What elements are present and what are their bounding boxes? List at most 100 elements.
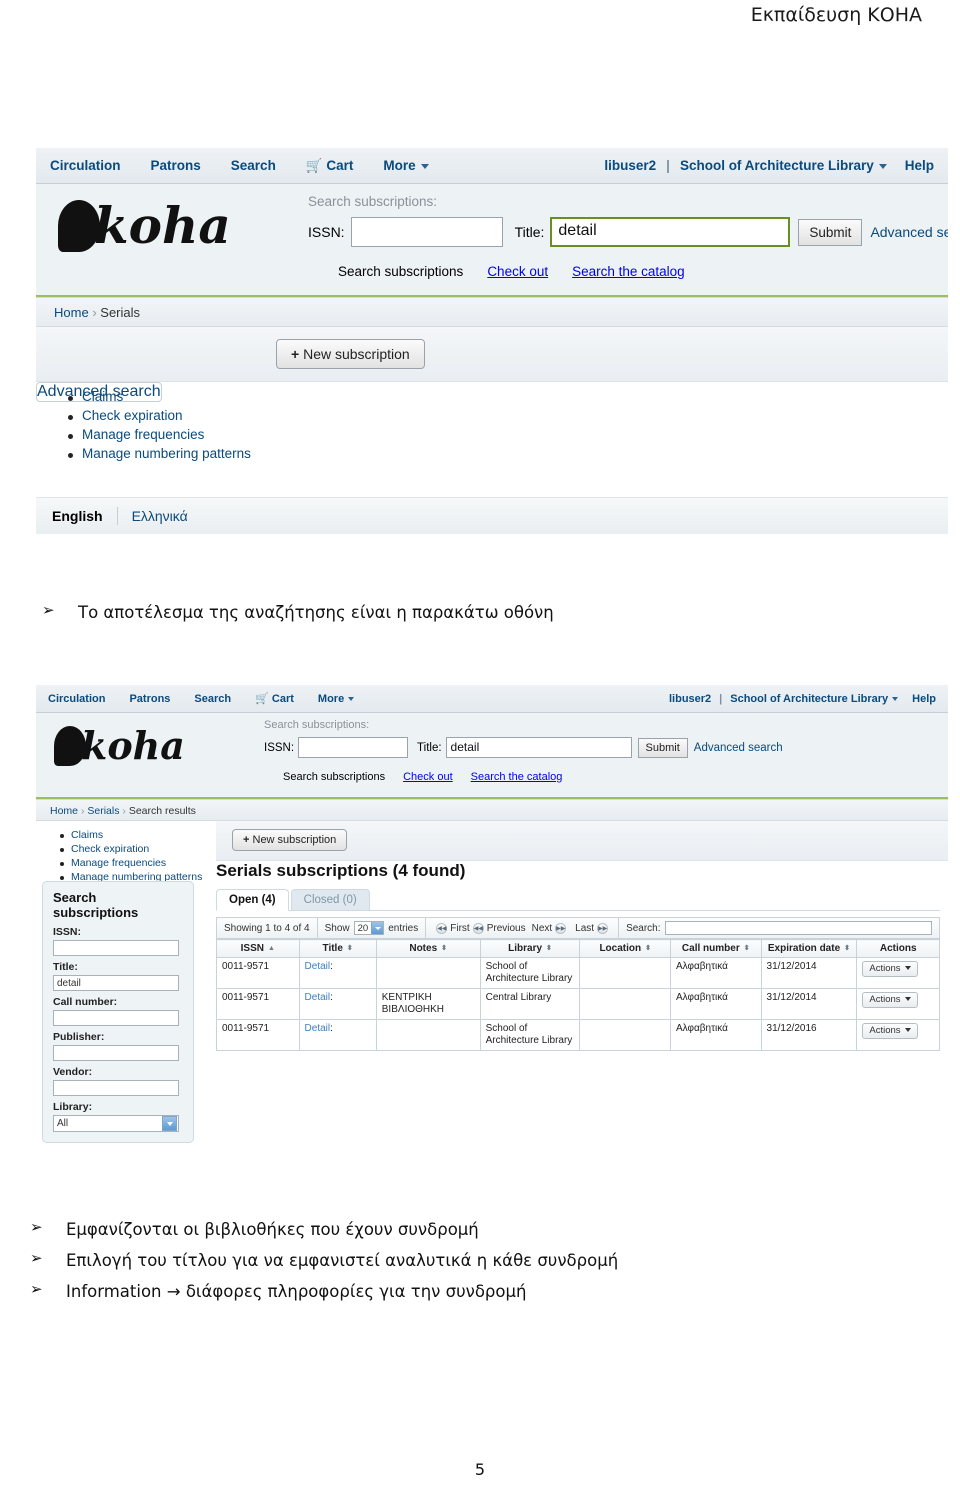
actions-button[interactable]: Actions xyxy=(862,992,918,1008)
nav-item-circulation[interactable]: Circulation xyxy=(50,158,121,173)
table-row: 0011-9571 Detail: ΚΕΝΤΡΙΚΗ ΒΙΒΛΙΟΘΗΚΗ Ce… xyxy=(216,988,940,1020)
col-notes[interactable]: Notes ⬍ xyxy=(375,939,481,958)
search-tab-check-out-1[interactable]: Check out xyxy=(475,258,560,285)
detail-link[interactable]: Detail xyxy=(305,961,331,972)
breadcrumb-current-1: Serials xyxy=(100,305,141,320)
pagination-next[interactable]: Next xyxy=(532,923,553,934)
datatable-search-input[interactable] xyxy=(664,921,932,935)
language-greek[interactable]: Ελληνικά xyxy=(132,508,188,524)
search-tab-check-out-2[interactable]: Check out xyxy=(394,767,462,787)
nav-item-cart-2[interactable]: 🛒 Cart xyxy=(255,692,294,705)
cell-expiration: 31/12/2014 xyxy=(760,957,858,989)
cell-expiration: 31/12/2016 xyxy=(760,1019,858,1051)
cell-location xyxy=(579,957,671,989)
col-location[interactable]: Location ⬍ xyxy=(579,939,671,958)
col-expiration-date[interactable]: Expiration date ⬍ xyxy=(760,939,858,958)
next-page-icon[interactable]: ▶▶ xyxy=(555,922,567,934)
cell-title[interactable]: Detail: xyxy=(298,957,377,989)
detail-link[interactable]: Detail xyxy=(305,992,331,1003)
nav-item-help-2[interactable]: Help xyxy=(912,693,936,705)
showing-entries-text: Showing 1 to 4 of 4 xyxy=(217,918,318,938)
nav-item-patrons-2[interactable]: Patrons xyxy=(129,693,170,705)
breadcrumb-arrow-icon-2b: › xyxy=(122,805,126,817)
submit-button-2[interactable]: Submit xyxy=(637,737,688,758)
nav-item-cart[interactable]: 🛒 Cart xyxy=(306,158,354,174)
nav-separator: | xyxy=(666,158,670,173)
advanced-search-link-1[interactable]: Advanced search xyxy=(870,224,948,240)
search-tab-search-catalog-1[interactable]: Search the catalog xyxy=(560,258,697,285)
branch-selector-2[interactable]: School of Architecture Library xyxy=(730,693,899,705)
col-library[interactable]: Library ⬍ xyxy=(479,939,581,958)
koha-logo-1[interactable]: koha xyxy=(58,196,231,255)
panel-input-issn[interactable] xyxy=(53,940,179,956)
side-link-check-expiration-1[interactable]: Check expiration xyxy=(66,408,251,423)
side-link-manage-frequencies-1[interactable]: Manage frequencies xyxy=(66,427,251,442)
nav-item-help[interactable]: Help xyxy=(905,158,934,173)
search-tab-search-subscriptions-2[interactable]: Search subscriptions xyxy=(274,767,394,787)
pagination-first[interactable]: First xyxy=(450,923,469,934)
bullet-item: ➢ Το αποτέλεσμα της αναζήτησης είναι η π… xyxy=(42,601,554,626)
user-menu-libuser2[interactable]: libuser2 xyxy=(604,158,656,173)
side-link-manage-frequencies-2[interactable]: Manage frequencies xyxy=(58,857,202,869)
cell-expiration: 31/12/2014 xyxy=(760,988,858,1020)
pagination-previous[interactable]: Previous xyxy=(487,923,526,934)
panel-input-call-number[interactable] xyxy=(53,1010,179,1026)
title-input-1[interactable]: detail xyxy=(550,217,791,247)
detail-link[interactable]: Detail xyxy=(305,1023,331,1034)
new-subscription-button-1[interactable]: + New subscription xyxy=(276,339,425,369)
nav-item-more[interactable]: More xyxy=(383,158,429,173)
table-row: 0011-9571 Detail: School of Architecture… xyxy=(216,1019,940,1051)
nav-item-circulation-2[interactable]: Circulation xyxy=(48,693,105,705)
breadcrumb-home-2[interactable]: Home xyxy=(50,805,78,817)
search-tabs-underline-2 xyxy=(36,797,948,799)
panel-input-title[interactable]: detail xyxy=(53,975,179,991)
tab-closed[interactable]: Closed (0) xyxy=(290,889,370,910)
issn-input-2[interactable] xyxy=(298,737,409,758)
cell-title[interactable]: Detail: xyxy=(298,1019,377,1051)
koha-logo-2[interactable]: koha xyxy=(54,723,185,768)
screenshot-serials-search-results: Circulation Patrons Search 🛒 Cart More l… xyxy=(36,685,948,1163)
bullet-item: ➢ Επιλογή του τίτλου για να εμφανιστεί α… xyxy=(30,1249,618,1274)
breadcrumb-1: Home › Serials xyxy=(36,297,948,327)
top-navigation-bar-2: Circulation Patrons Search 🛒 Cart More l… xyxy=(36,685,948,713)
breadcrumb-home-1[interactable]: Home xyxy=(54,305,89,320)
actions-button[interactable]: Actions xyxy=(862,961,918,977)
sort-both-icon: ⬍ xyxy=(844,944,851,952)
entries-per-page-select[interactable]: 20 xyxy=(353,921,385,935)
pagination-last[interactable]: Last xyxy=(575,923,594,934)
title-input-2[interactable]: detail xyxy=(445,737,632,758)
col-issn[interactable]: ISSN ▲ xyxy=(216,939,300,958)
last-page-icon[interactable]: ▶▶ xyxy=(597,922,609,934)
search-tab-search-catalog-2[interactable]: Search the catalog xyxy=(462,767,572,787)
cell-location xyxy=(579,1019,671,1051)
nav-item-search[interactable]: Search xyxy=(231,158,276,173)
side-link-claims-2[interactable]: Claims xyxy=(58,829,202,841)
panel-input-publisher[interactable] xyxy=(53,1045,179,1061)
side-link-check-expiration-2[interactable]: Check expiration xyxy=(58,843,202,855)
panel-select-library[interactable]: All xyxy=(53,1115,179,1132)
first-page-icon[interactable]: ◀◀ xyxy=(436,922,448,934)
col-title[interactable]: Title ⬍ xyxy=(298,939,377,958)
language-english-active[interactable]: English xyxy=(52,508,103,524)
breadcrumb-serials-2[interactable]: Serials xyxy=(87,805,119,817)
new-subscription-button-2[interactable]: + New subscription xyxy=(232,829,348,851)
cell-title[interactable]: Detail: xyxy=(298,988,377,1020)
nav-item-search-2[interactable]: Search xyxy=(194,693,231,705)
search-tab-search-subscriptions-1[interactable]: Search subscriptions xyxy=(326,258,475,285)
user-menu-libuser2-2[interactable]: libuser2 xyxy=(669,693,711,705)
nav-item-patrons[interactable]: Patrons xyxy=(151,158,201,173)
advanced-search-link-2[interactable]: Advanced search xyxy=(694,742,783,754)
col-call-number[interactable]: Call number ⬍ xyxy=(670,939,762,958)
branch-selector[interactable]: School of Architecture Library xyxy=(680,158,887,173)
sort-both-icon: ⬍ xyxy=(743,944,750,952)
previous-page-icon[interactable]: ◀◀ xyxy=(472,922,484,934)
side-link-manage-numbering-patterns-1[interactable]: Manage numbering patterns xyxy=(66,446,251,461)
submit-button-1[interactable]: Submit xyxy=(798,218,863,246)
panel-input-vendor[interactable] xyxy=(53,1080,179,1096)
side-link-claims-1[interactable]: Claims xyxy=(66,389,251,404)
actions-button[interactable]: Actions xyxy=(862,1023,918,1039)
tab-open[interactable]: Open (4) xyxy=(216,889,289,911)
nav-item-more-2[interactable]: More xyxy=(318,693,355,705)
cell-issn: 0011-9571 xyxy=(216,957,300,989)
issn-input-1[interactable] xyxy=(350,217,503,247)
